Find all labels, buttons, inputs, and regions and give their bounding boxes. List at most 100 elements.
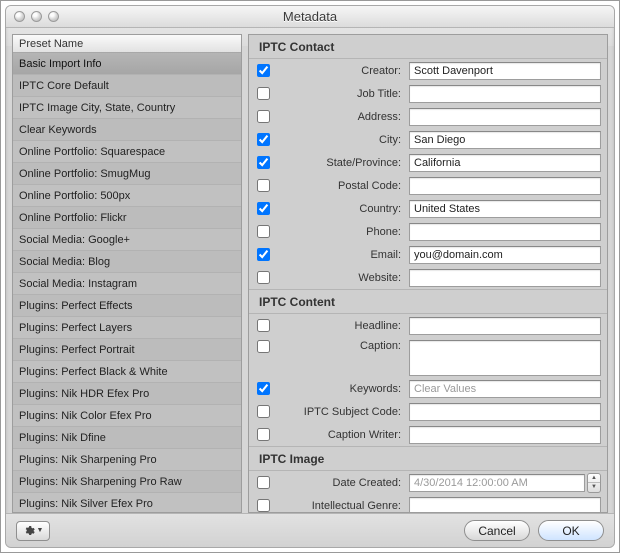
field-country: Country: [249, 197, 607, 220]
form-panel[interactable]: IPTC Contact Creator: Job Title: Address… [248, 34, 608, 513]
headline-checkbox[interactable] [257, 319, 270, 332]
date-stepper[interactable]: ▲ ▼ [587, 473, 601, 493]
stepper-down-icon[interactable]: ▼ [588, 483, 600, 492]
website-input[interactable] [409, 269, 601, 287]
preset-row[interactable]: Plugins: Nik HDR Efex Pro [13, 383, 241, 405]
field-job-title: Job Title: [249, 82, 607, 105]
headline-input[interactable] [409, 317, 601, 335]
date-created-checkbox[interactable] [257, 476, 270, 489]
preset-row[interactable]: Basic Import Info [13, 53, 241, 75]
date-created-input[interactable] [409, 474, 585, 492]
genre-checkbox[interactable] [257, 499, 270, 512]
address-checkbox[interactable] [257, 110, 270, 123]
caption-writer-checkbox[interactable] [257, 428, 270, 441]
job-title-input[interactable] [409, 85, 601, 103]
country-input[interactable] [409, 200, 601, 218]
preset-actions-button[interactable]: ▼ [16, 521, 50, 541]
preset-row[interactable]: Plugins: Nik Silver Efex Pro [13, 493, 241, 512]
job-title-label: Job Title: [277, 88, 403, 100]
state-input[interactable] [409, 154, 601, 172]
window-title: Metadata [6, 9, 614, 24]
caption-input[interactable] [409, 340, 601, 376]
caption-label: Caption: [277, 340, 403, 352]
field-creator: Creator: [249, 59, 607, 82]
field-address: Address: [249, 105, 607, 128]
postal-input[interactable] [409, 177, 601, 195]
preset-row[interactable]: Online Portfolio: SmugMug [13, 163, 241, 185]
titlebar: Metadata [6, 6, 614, 28]
preset-row[interactable]: IPTC Image City, State, Country [13, 97, 241, 119]
preset-row[interactable]: Plugins: Nik Dfine [13, 427, 241, 449]
subject-code-label: IPTC Subject Code: [277, 406, 403, 418]
preset-row[interactable]: Plugins: Perfect Black & White [13, 361, 241, 383]
address-input[interactable] [409, 108, 601, 126]
genre-label: Intellectual Genre: [277, 500, 403, 512]
phone-checkbox[interactable] [257, 225, 270, 238]
field-website: Website: [249, 266, 607, 289]
window-controls [14, 11, 59, 22]
cancel-button[interactable]: Cancel [464, 520, 530, 541]
state-checkbox[interactable] [257, 156, 270, 169]
preset-row[interactable]: Clear Keywords [13, 119, 241, 141]
subject-code-checkbox[interactable] [257, 405, 270, 418]
preset-row[interactable]: IPTC Core Default [13, 75, 241, 97]
website-label: Website: [277, 272, 403, 284]
city-label: City: [277, 134, 403, 146]
postal-label: Postal Code: [277, 180, 403, 192]
minimize-icon[interactable] [31, 11, 42, 22]
field-intellectual-genre: Intellectual Genre: [249, 494, 607, 513]
preset-row[interactable]: Plugins: Nik Sharpening Pro Raw [13, 471, 241, 493]
preset-row[interactable]: Plugins: Perfect Layers [13, 317, 241, 339]
country-checkbox[interactable] [257, 202, 270, 215]
preset-row[interactable]: Plugins: Perfect Effects [13, 295, 241, 317]
job-title-checkbox[interactable] [257, 87, 270, 100]
group-content-header: IPTC Content [249, 289, 607, 314]
subject-code-input[interactable] [409, 403, 601, 421]
email-checkbox[interactable] [257, 248, 270, 261]
presets-column-header: Preset Name [13, 35, 241, 53]
keywords-checkbox[interactable] [257, 382, 270, 395]
field-city: City: [249, 128, 607, 151]
keywords-label: Keywords: [277, 383, 403, 395]
phone-label: Phone: [277, 226, 403, 238]
zoom-icon[interactable] [48, 11, 59, 22]
presets-list[interactable]: Basic Import InfoIPTC Core DefaultIPTC I… [13, 53, 241, 512]
gear-icon [23, 525, 35, 537]
date-created-label: Date Created: [277, 477, 403, 489]
city-input[interactable] [409, 131, 601, 149]
keywords-input[interactable] [409, 380, 601, 398]
creator-input[interactable] [409, 62, 601, 80]
field-email: Email: [249, 243, 607, 266]
field-subject-code: IPTC Subject Code: [249, 400, 607, 423]
preset-row[interactable]: Plugins: Nik Color Efex Pro [13, 405, 241, 427]
field-phone: Phone: [249, 220, 607, 243]
genre-input[interactable] [409, 497, 601, 514]
city-checkbox[interactable] [257, 133, 270, 146]
country-label: Country: [277, 203, 403, 215]
preset-row[interactable]: Online Portfolio: 500px [13, 185, 241, 207]
close-icon[interactable] [14, 11, 25, 22]
preset-row[interactable]: Plugins: Perfect Portrait [13, 339, 241, 361]
preset-row[interactable]: Social Media: Instagram [13, 273, 241, 295]
state-label: State/Province: [277, 157, 403, 169]
phone-input[interactable] [409, 223, 601, 241]
preset-row[interactable]: Social Media: Google+ [13, 229, 241, 251]
preset-row[interactable]: Social Media: Blog [13, 251, 241, 273]
caption-checkbox[interactable] [257, 340, 270, 353]
postal-checkbox[interactable] [257, 179, 270, 192]
stepper-up-icon[interactable]: ▲ [588, 474, 600, 484]
caption-writer-input[interactable] [409, 426, 601, 444]
field-caption-writer: Caption Writer: [249, 423, 607, 446]
preset-row[interactable]: Online Portfolio: Flickr [13, 207, 241, 229]
creator-checkbox[interactable] [257, 64, 270, 77]
email-input[interactable] [409, 246, 601, 264]
dialog-footer: ▼ Cancel OK [6, 513, 614, 547]
headline-label: Headline: [277, 320, 403, 332]
caption-writer-label: Caption Writer: [277, 429, 403, 441]
preset-row[interactable]: Plugins: Nik Sharpening Pro [13, 449, 241, 471]
email-label: Email: [277, 249, 403, 261]
field-keywords: Keywords: [249, 377, 607, 400]
website-checkbox[interactable] [257, 271, 270, 284]
preset-row[interactable]: Online Portfolio: Squarespace [13, 141, 241, 163]
ok-button[interactable]: OK [538, 520, 604, 541]
